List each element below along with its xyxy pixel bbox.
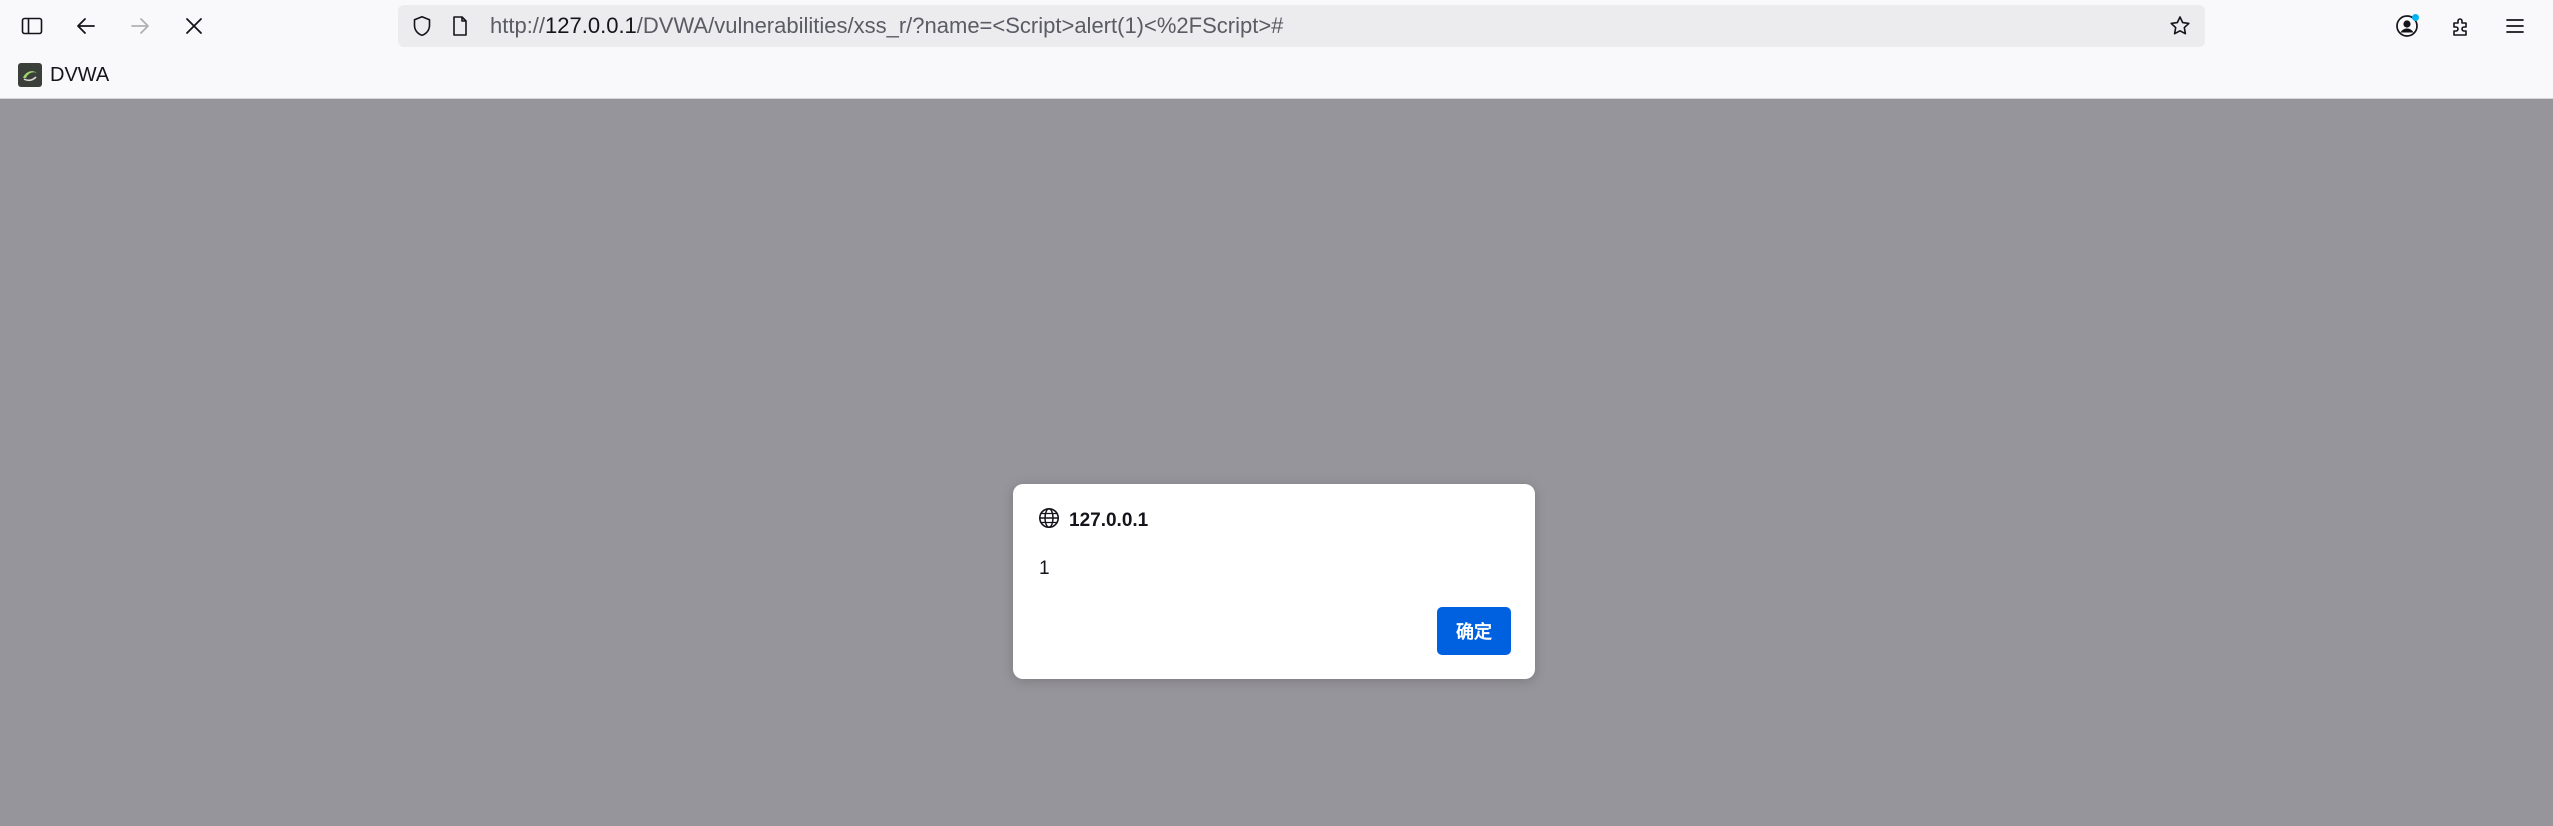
url-scheme: http://	[490, 13, 546, 38]
stop-icon	[182, 14, 206, 38]
bookmark-dvwa[interactable]: DVWA	[12, 60, 115, 90]
back-button[interactable]	[68, 8, 104, 44]
tracking-shield-icon[interactable]	[410, 14, 434, 38]
address-bar[interactable]: http://127.0.0.1/DVWA/vulnerabilities/xs…	[398, 5, 2205, 47]
extensions-button[interactable]	[2443, 8, 2479, 44]
forward-arrow-icon	[128, 14, 152, 38]
navigation-toolbar: http://127.0.0.1/DVWA/vulnerabilities/xs…	[0, 0, 2553, 52]
bookmark-star-icon[interactable]	[2168, 14, 2192, 38]
dvwa-favicon	[18, 63, 42, 87]
bookmark-label: DVWA	[50, 63, 110, 86]
url-path: /DVWA/vulnerabilities/xss_r/?name=<Scrip…	[636, 13, 1284, 38]
back-arrow-icon	[74, 14, 98, 38]
page-content-overlay: 127.0.0.1 1 确定	[0, 99, 2553, 826]
account-button[interactable]	[2389, 8, 2425, 44]
dialog-origin-title: 127.0.0.1	[1069, 509, 1149, 531]
sidebar-toggle-button[interactable]	[14, 8, 50, 44]
bookmarks-toolbar: DVWA	[0, 52, 2553, 99]
sidebar-icon	[20, 14, 44, 38]
account-icon	[2394, 13, 2420, 39]
page-icon[interactable]	[448, 14, 472, 38]
alert-dialog: 127.0.0.1 1 确定	[1013, 484, 1535, 679]
forward-button[interactable]	[122, 8, 158, 44]
extensions-icon	[2449, 14, 2473, 38]
stop-button[interactable]	[176, 8, 212, 44]
ok-button[interactable]: 确定	[1437, 607, 1511, 655]
dialog-message: 1	[1039, 558, 1050, 579]
globe-icon	[1037, 506, 1061, 535]
dialog-header: 127.0.0.1	[1037, 506, 1148, 535]
hamburger-menu-icon	[2503, 14, 2527, 38]
menu-button[interactable]	[2497, 8, 2533, 44]
browser-window: http://127.0.0.1/DVWA/vulnerabilities/xs…	[0, 0, 2553, 826]
url-host: 127.0.0.1	[545, 13, 637, 38]
url-text[interactable]: http://127.0.0.1/DVWA/vulnerabilities/xs…	[490, 5, 1283, 47]
